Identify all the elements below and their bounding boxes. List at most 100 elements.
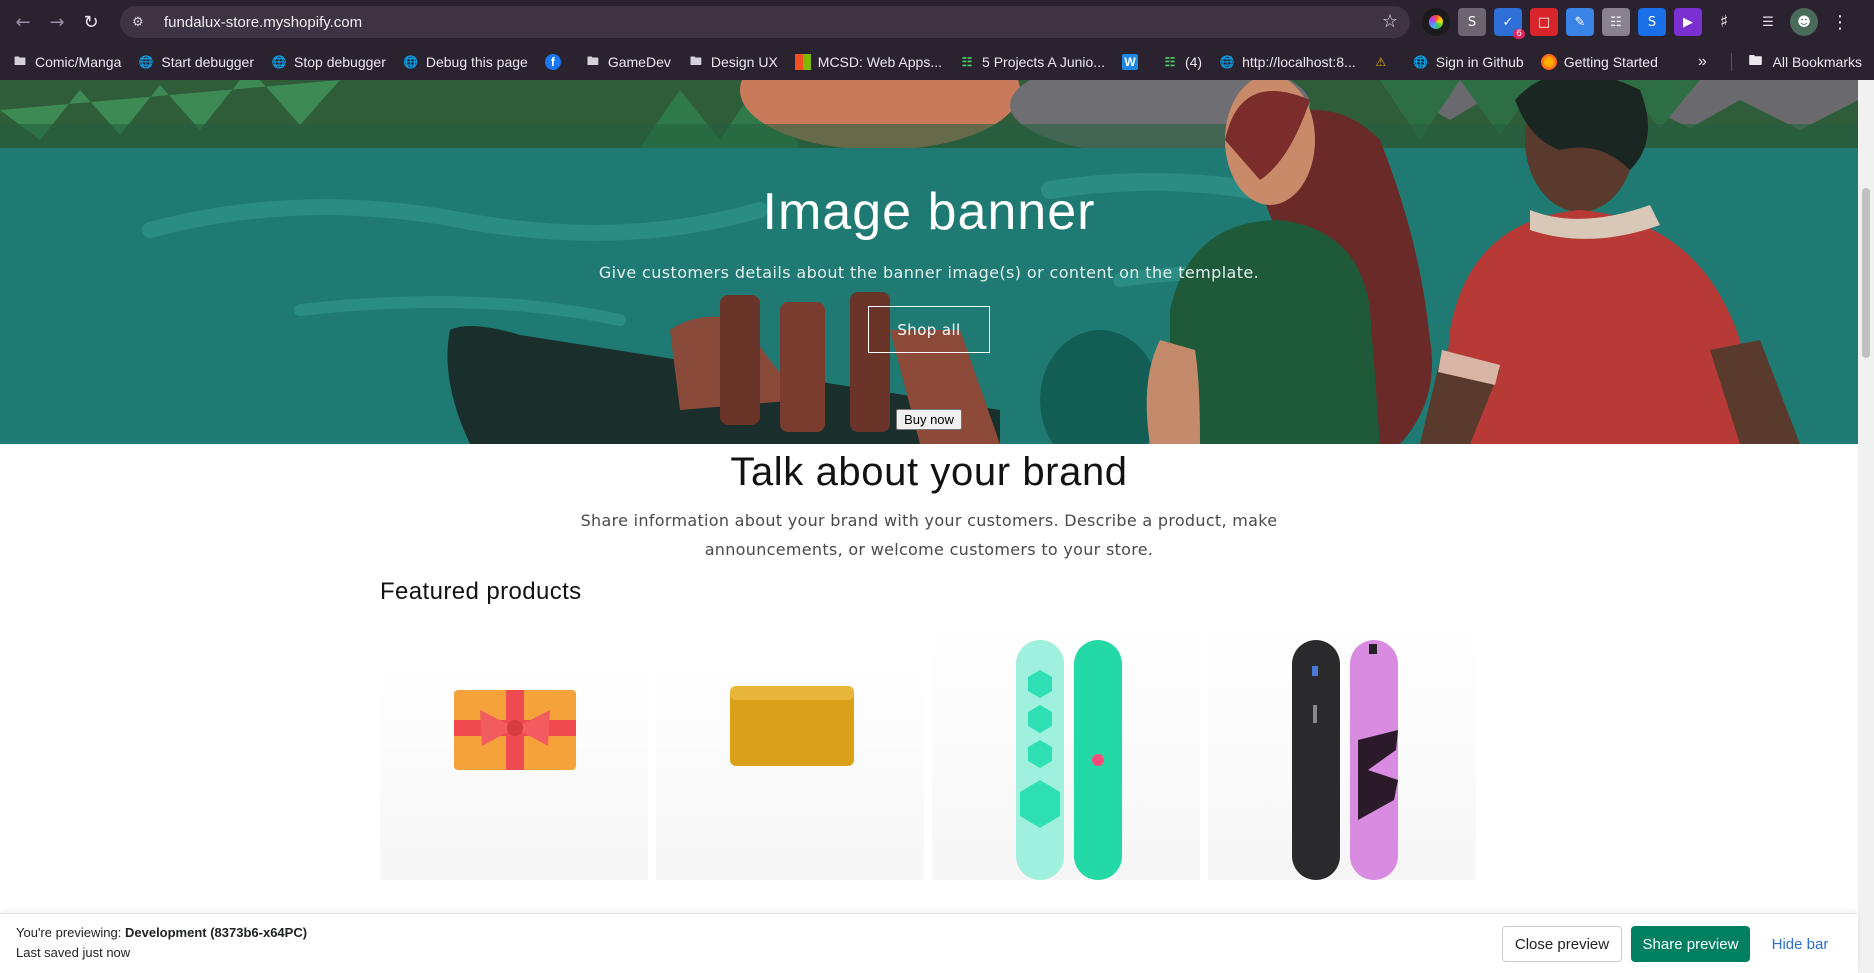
address-bar[interactable]: ⚙ fundalux-store.myshopify.com ☆ bbox=[120, 6, 1410, 38]
bookmark-label: Start debugger bbox=[161, 54, 254, 70]
gift-card-icon bbox=[454, 690, 576, 770]
bookmark-label: Getting Started bbox=[1563, 54, 1658, 70]
all-bookmarks[interactable]: 🖿 All Bookmarks bbox=[1749, 44, 1862, 80]
globe-icon: 🌐 bbox=[271, 55, 287, 69]
bookmark-item[interactable]: 🌐 Debug this page bbox=[403, 54, 528, 70]
globe-icon: 🌐 bbox=[138, 55, 154, 69]
bookmark-item[interactable]: f bbox=[544, 54, 568, 70]
product-card-wax[interactable] bbox=[656, 620, 924, 900]
product-image[interactable] bbox=[380, 660, 648, 880]
snowboard-dark-icon bbox=[1292, 640, 1398, 880]
bookmark-item[interactable]: 🌐 http://localhost:8... bbox=[1219, 54, 1356, 70]
wax-bar-icon bbox=[730, 686, 854, 766]
back-icon[interactable]: ← bbox=[6, 5, 40, 39]
brand-text: Share information about your brand with … bbox=[580, 511, 1278, 559]
product-image[interactable] bbox=[656, 660, 924, 880]
all-bookmarks-label: All Bookmarks bbox=[1772, 54, 1862, 70]
url-text[interactable]: fundalux-store.myshopify.com bbox=[164, 14, 362, 31]
bookmarks-divider bbox=[1731, 53, 1732, 71]
red-extension-icon[interactable]: □ bbox=[1530, 8, 1558, 36]
blue-s-extension-icon[interactable]: S bbox=[1638, 8, 1666, 36]
globe-icon: 🌐 bbox=[403, 55, 419, 69]
media-control-icon[interactable]: ☰ bbox=[1754, 8, 1782, 36]
page-viewport: Image banner Give customers details abou… bbox=[0, 80, 1858, 973]
bookmark-label: Sign in Github bbox=[1435, 54, 1524, 70]
bookmark-label: Stop debugger bbox=[294, 54, 386, 70]
bookmark-item[interactable]: 🌐 Start debugger bbox=[138, 54, 254, 70]
bookmark-item[interactable]: 🌐 Sign in Github bbox=[1413, 54, 1524, 70]
brand-title: Talk about your brand bbox=[730, 450, 1128, 494]
product-card-snowboard-teal[interactable] bbox=[932, 620, 1200, 900]
extension-badge: 6 bbox=[1513, 29, 1525, 39]
banner-content: Image banner Give customers details abou… bbox=[0, 80, 1858, 444]
bookmark-item[interactable]: 🖿 Comic/Manga bbox=[12, 53, 122, 71]
bookmark-item[interactable]: ☷ (4) bbox=[1162, 54, 1203, 70]
featured-products-grid bbox=[380, 620, 1478, 900]
bookmark-label: GameDev bbox=[607, 54, 671, 70]
site-settings-icon[interactable]: ⚙ bbox=[132, 15, 158, 30]
bookmark-label: (4) bbox=[1184, 54, 1203, 70]
hashnode-icon: ☷ bbox=[1164, 55, 1176, 69]
browser-chrome: ← → ↻ ⚙ fundalux-store.myshopify.com ☆ S… bbox=[0, 0, 1874, 80]
bookmark-label: Comic/Manga bbox=[35, 54, 122, 70]
video-extension-icon[interactable]: ▶ bbox=[1674, 8, 1702, 36]
bookmark-item[interactable]: MCSD: Web Apps... bbox=[794, 54, 942, 70]
menu-kebab-icon[interactable]: ⋮ bbox=[1826, 8, 1854, 36]
bookmark-item[interactable]: ☷ 5 Projects A Junio... bbox=[959, 54, 1105, 70]
folder-icon: 🖿 bbox=[689, 53, 702, 68]
bookmark-item[interactable]: 🖿 Design UX bbox=[688, 53, 778, 71]
bookmark-label: Debug this page bbox=[425, 54, 528, 70]
w-icon: W bbox=[1121, 54, 1138, 70]
forward-icon[interactable]: → bbox=[40, 5, 74, 39]
bookmark-label: http://localhost:8... bbox=[1242, 54, 1356, 70]
globe-icon: 🌐 bbox=[1219, 55, 1235, 69]
s-extension-icon[interactable]: S bbox=[1458, 8, 1486, 36]
banner-title: Image banner bbox=[762, 183, 1096, 241]
extensions-puzzle-icon[interactable]: ♯ bbox=[1710, 8, 1738, 36]
more-bookmarks-chevron-icon[interactable]: » bbox=[1698, 44, 1707, 80]
folder-icon: 🖿 bbox=[586, 53, 599, 68]
product-card-snowboard-dark[interactable] bbox=[1208, 620, 1476, 900]
bookmark-item[interactable]: 🌐 Stop debugger bbox=[271, 54, 386, 70]
bookmark-item[interactable]: ⚠ bbox=[1373, 54, 1396, 70]
facebook-icon: f bbox=[544, 54, 561, 70]
color-picker-extension-icon[interactable] bbox=[1422, 8, 1450, 36]
buy-now-button[interactable]: Buy now bbox=[896, 409, 962, 430]
preview-bar: You're previewing: Development (8373b6-x… bbox=[0, 913, 1858, 973]
theme-name: Development (8373b6-x64PC) bbox=[124, 925, 308, 940]
bookmarks-bar: 🖿 Comic/Manga 🌐 Start debugger 🌐 Stop debug… bbox=[0, 44, 1874, 80]
scrollbar-thumb[interactable] bbox=[1862, 188, 1870, 358]
banner-subtitle: Give customers details about the banner … bbox=[598, 263, 1260, 282]
shop-all-button[interactable]: Shop all bbox=[868, 306, 990, 353]
bookmark-item[interactable]: 🖿 GameDev bbox=[585, 53, 671, 71]
checker-extension-icon[interactable]: ✓ 6 bbox=[1494, 8, 1525, 39]
product-image[interactable] bbox=[932, 620, 1200, 880]
edit-extension-icon[interactable]: ✎ bbox=[1566, 8, 1594, 36]
globe-icon: 🌐 bbox=[1413, 55, 1429, 69]
bookmark-item[interactable]: W bbox=[1121, 54, 1145, 70]
share-preview-button[interactable]: Share preview bbox=[1631, 926, 1750, 962]
bookmark-label: Design UX bbox=[710, 54, 778, 70]
reload-icon[interactable]: ↻ bbox=[74, 5, 108, 39]
browser-toolbar: ← → ↻ ⚙ fundalux-store.myshopify.com ☆ S… bbox=[0, 0, 1874, 44]
stack-extension-icon[interactable]: ☷ bbox=[1602, 8, 1630, 36]
hide-bar-link[interactable]: Hide bar bbox=[1770, 926, 1830, 962]
previewing-text: You're previewing: Development (8373b6-x… bbox=[16, 925, 307, 940]
last-saved-text: Last saved just now bbox=[16, 945, 131, 960]
folder-icon: 🖿 bbox=[13, 53, 26, 68]
hashnode-icon: ☷ bbox=[961, 55, 973, 69]
image-banner: Image banner Give customers details abou… bbox=[0, 80, 1858, 444]
folder-icon: 🖿 bbox=[1748, 52, 1763, 68]
bookmark-star-icon[interactable]: ☆ bbox=[1382, 11, 1398, 32]
profile-avatar[interactable]: ☻ bbox=[1790, 8, 1818, 36]
snowboard-teal-icon bbox=[1016, 640, 1122, 880]
bookmark-item[interactable]: Getting Started bbox=[1540, 54, 1658, 70]
microsoft-icon bbox=[794, 54, 811, 70]
page-scrollbar[interactable] bbox=[1858, 80, 1874, 973]
previewing-prefix: You're previewing: bbox=[16, 925, 122, 940]
product-card-gift[interactable] bbox=[380, 620, 648, 900]
close-preview-button[interactable]: Close preview bbox=[1502, 926, 1622, 962]
extensions-row: S ✓ 6 □ ✎ ☷ S ▶ ♯ ☰ ☻ ⋮ bbox=[1422, 8, 1854, 39]
product-image[interactable] bbox=[1208, 620, 1476, 880]
featured-products-title: Featured products bbox=[380, 578, 582, 605]
